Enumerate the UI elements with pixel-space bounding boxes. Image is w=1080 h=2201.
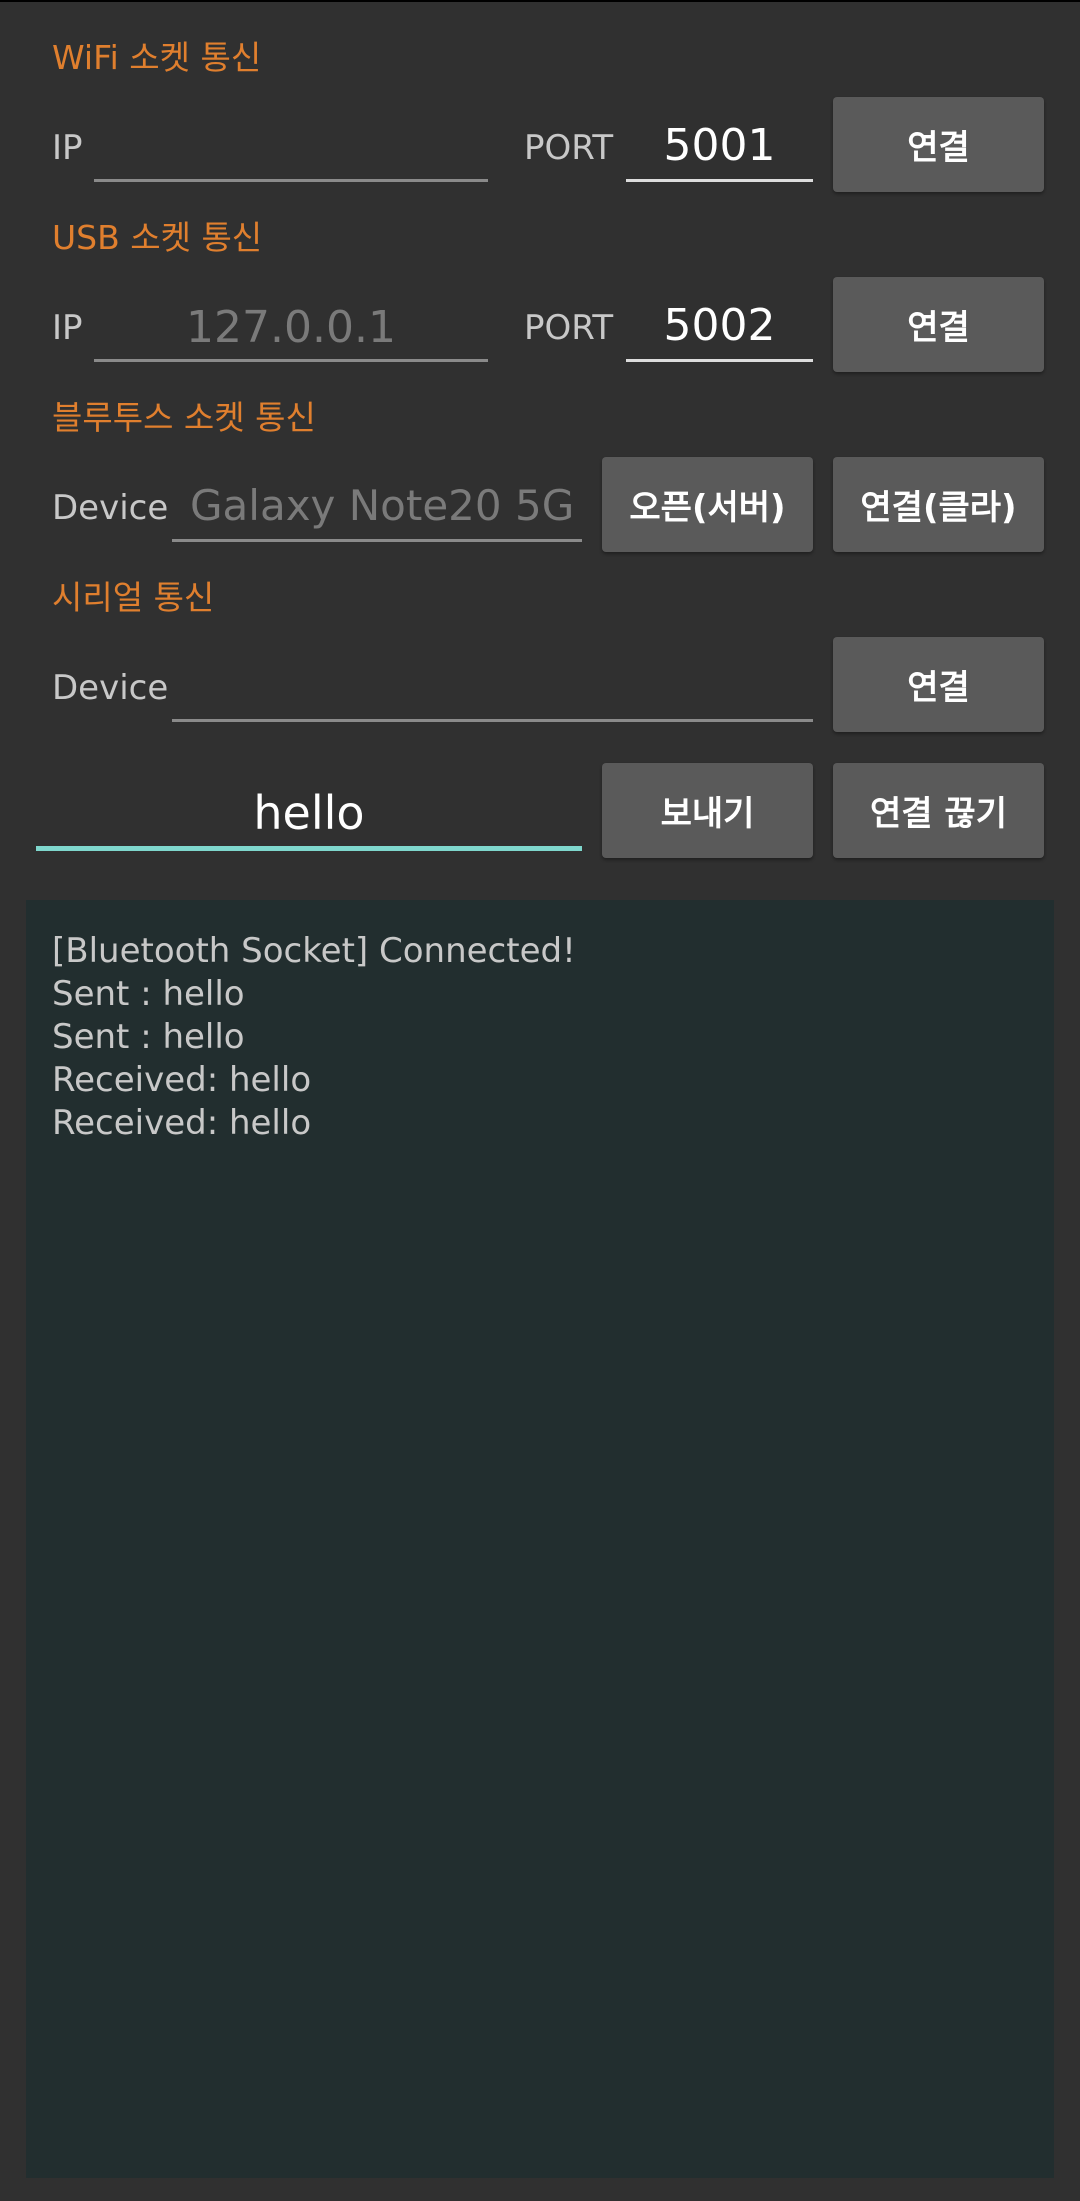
- bluetooth-open-server-button[interactable]: 오픈(서버): [602, 457, 813, 552]
- wifi-ip-field[interactable]: [94, 118, 488, 182]
- usb-port-label: PORT: [524, 308, 614, 348]
- bluetooth-connect-client-button[interactable]: 연결(클라): [833, 457, 1044, 552]
- wifi-section-title: WiFi 소켓 통신: [52, 38, 262, 77]
- serial-connect-button[interactable]: 연결: [833, 637, 1044, 732]
- message-input[interactable]: hello: [36, 778, 582, 851]
- serial-device-field[interactable]: [172, 656, 813, 722]
- wifi-port-label: PORT: [524, 128, 614, 168]
- wifi-ip-label: IP: [52, 128, 83, 168]
- bluetooth-section-title: 블루투스 소켓 통신: [52, 398, 316, 437]
- usb-ip-label: IP: [52, 308, 83, 348]
- log-line: Sent : hello: [52, 974, 245, 1014]
- log-panel[interactable]: [Bluetooth Socket] Connected! Sent : hel…: [26, 900, 1054, 2178]
- log-line: Sent : hello: [52, 1017, 245, 1057]
- bluetooth-device-label: Device: [52, 488, 169, 528]
- wifi-port-field[interactable]: 5001: [626, 116, 813, 182]
- serial-section-title: 시리얼 통신: [52, 578, 215, 617]
- status-bar-edge: [0, 0, 1080, 2]
- usb-ip-field[interactable]: 127.0.0.1: [94, 298, 488, 362]
- usb-connect-button[interactable]: 연결: [833, 277, 1044, 372]
- bluetooth-device-field[interactable]: Galaxy Note20 5G: [172, 476, 582, 542]
- usb-section-title: USB 소켓 통신: [52, 218, 263, 257]
- serial-device-label: Device: [52, 668, 169, 708]
- usb-port-field[interactable]: 5002: [626, 296, 813, 362]
- send-button[interactable]: 보내기: [602, 763, 813, 858]
- log-line: Received: hello: [52, 1060, 312, 1100]
- log-line: [Bluetooth Socket] Connected!: [52, 931, 576, 971]
- wifi-connect-button[interactable]: 연결: [833, 97, 1044, 192]
- disconnect-button[interactable]: 연결 끊기: [833, 763, 1044, 858]
- log-line: Received: hello: [52, 1103, 312, 1143]
